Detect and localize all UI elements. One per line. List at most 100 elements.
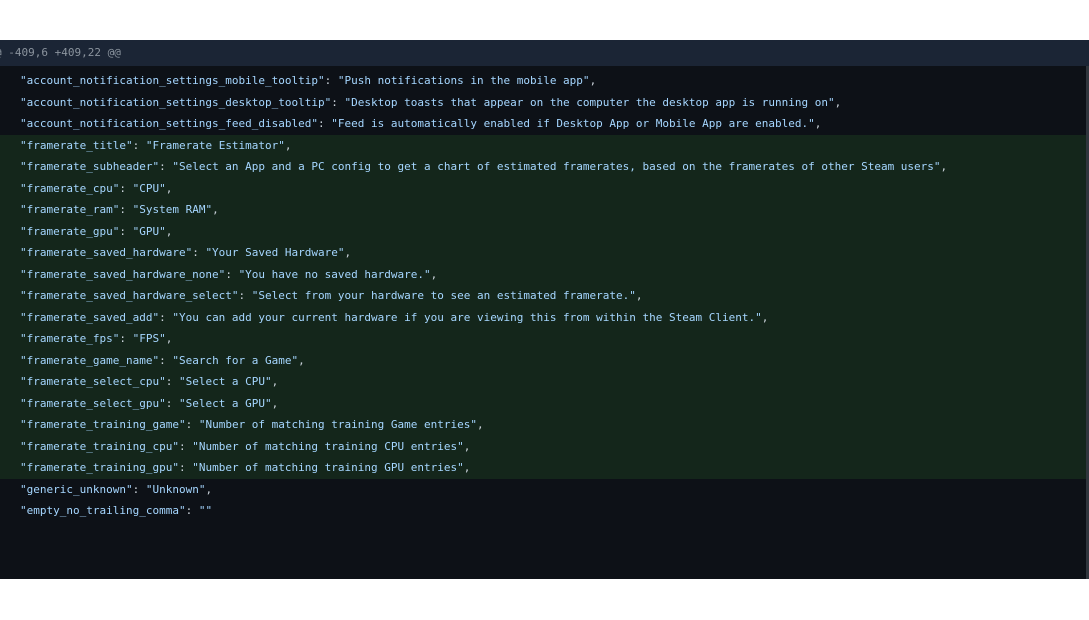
json-key: "framerate_title": [20, 138, 133, 152]
diff-line-added[interactable]: "framerate_saved_hardware": "Your Saved …: [0, 242, 1089, 264]
hunk-header[interactable]: @ -409,6 +409,22 @@: [0, 40, 1089, 66]
diff-line-added[interactable]: "framerate_ram": "System RAM",: [0, 199, 1089, 221]
key-value-separator: :: [192, 246, 206, 259]
json-key: "framerate_training_gpu": [20, 461, 179, 474]
key-value-separator: :: [331, 95, 345, 109]
trailing-comma: ,: [165, 181, 173, 195]
trailing-comma: ,: [761, 310, 769, 324]
json-value: "System RAM": [132, 203, 213, 216]
trailing-comma: ,: [271, 375, 279, 388]
json-value: "Feed is automatically enabled if Deskto…: [331, 117, 815, 130]
json-value: "Select an App and a PC config to get a …: [172, 160, 941, 173]
json-value: "Select from your hardware to see an est…: [251, 289, 636, 302]
trailing-comma: ,: [344, 246, 352, 259]
json-key: "framerate_fps": [20, 332, 120, 345]
trailing-comma: ,: [298, 353, 305, 367]
diff-line-added[interactable]: "framerate_saved_hardware_none": "You ha…: [0, 263, 1089, 285]
json-key: "framerate_saved_hardware": [20, 246, 193, 259]
key-value-separator: :: [324, 74, 338, 87]
json-key: "framerate_select_gpu": [20, 396, 166, 410]
key-value-separator: :: [178, 461, 193, 474]
key-value-separator: :: [225, 267, 239, 281]
key-value-separator: :: [119, 181, 133, 195]
diff-line-added[interactable]: "framerate_cpu": "CPU",: [0, 177, 1089, 199]
json-value: "Framerate Estimator": [145, 138, 285, 152]
json-value: "Select a GPU": [178, 396, 272, 410]
trailing-comma: ,: [814, 117, 822, 130]
key-value-separator: :: [178, 439, 193, 453]
diff-line-context[interactable]: "empty_no_trailing_comma": "": [0, 500, 1089, 522]
diff-line-added[interactable]: "framerate_training_game": "Number of ma…: [0, 414, 1089, 436]
key-value-separator: :: [318, 117, 332, 130]
key-value-separator: :: [159, 160, 173, 173]
json-key: "account_notification_settings_feed_disa…: [20, 117, 319, 130]
json-value: "Number of matching training Game entrie…: [198, 418, 477, 431]
json-key: "framerate_subheader": [20, 160, 160, 173]
diff-line-context[interactable]: "account_notification_settings_feed_disa…: [0, 113, 1089, 135]
trailing-comma: ,: [430, 267, 438, 281]
diff-line-added[interactable]: "framerate_training_cpu": "Number of mat…: [0, 435, 1089, 457]
json-key: "framerate_ram": [20, 203, 120, 216]
json-value: "Number of matching training GPU entries…: [192, 461, 464, 474]
diff-lines: "account_notification_settings_mobile_to…: [0, 70, 1089, 522]
trailing-comma: ,: [165, 332, 173, 345]
json-value: "Search for a Game": [172, 353, 299, 367]
json-value: "CPU": [132, 181, 166, 195]
trailing-comma: ,: [635, 289, 643, 302]
diff-line-added[interactable]: "framerate_select_gpu": "Select a GPU",: [0, 392, 1089, 414]
json-value: "Your Saved Hardware": [205, 246, 345, 259]
trailing-comma: ,: [476, 418, 484, 431]
json-value: "Desktop toasts that appear on the compu…: [344, 95, 835, 109]
json-value: "FPS": [132, 332, 166, 345]
json-key: "framerate_saved_hardware_none": [20, 267, 226, 281]
json-value: "": [198, 504, 213, 517]
key-value-separator: :: [238, 289, 252, 302]
trailing-comma: ,: [463, 461, 471, 474]
diff-line-added[interactable]: "framerate_subheader": "Select an App an…: [0, 156, 1089, 178]
json-value: "Push notifications in the mobile app": [337, 74, 590, 87]
diff-line-added[interactable]: "framerate_saved_hardware_select": "Sele…: [0, 285, 1089, 307]
diff-line-added[interactable]: "framerate_gpu": "GPU",: [0, 220, 1089, 242]
json-value: "You can add your current hardware if yo…: [172, 310, 762, 324]
json-key: "framerate_game_name": [20, 353, 160, 367]
json-key: "framerate_training_cpu": [20, 439, 179, 453]
trailing-comma: ,: [463, 439, 471, 453]
json-key: "generic_unknown": [20, 482, 133, 496]
diff-line-added[interactable]: "framerate_game_name": "Search for a Gam…: [0, 349, 1089, 371]
diff-line-added[interactable]: "framerate_select_cpu": "Select a CPU",: [0, 371, 1089, 393]
key-value-separator: :: [185, 504, 199, 517]
trailing-comma: ,: [940, 160, 948, 173]
json-value: "Unknown": [145, 482, 206, 496]
json-key: "framerate_gpu": [20, 224, 120, 238]
trailing-comma: ,: [212, 203, 219, 216]
diff-line-added[interactable]: "framerate_fps": "FPS",: [0, 328, 1089, 350]
diff-line-context[interactable]: "generic_unknown": "Unknown",: [0, 478, 1089, 500]
key-value-separator: :: [119, 203, 133, 216]
diff-line-added[interactable]: "framerate_training_gpu": "Number of mat…: [0, 457, 1089, 479]
json-value: "Select a CPU": [178, 375, 272, 388]
json-key: "framerate_saved_hardware_select": [20, 289, 239, 302]
trailing-comma: ,: [271, 396, 279, 410]
json-value: "GPU": [132, 224, 166, 238]
diff-line-context[interactable]: "account_notification_settings_mobile_to…: [0, 70, 1089, 92]
diff-line-added[interactable]: "framerate_title": "Framerate Estimator"…: [0, 134, 1089, 156]
key-value-separator: :: [119, 332, 133, 345]
key-value-separator: :: [159, 310, 173, 324]
key-value-separator: :: [185, 418, 199, 431]
key-value-separator: :: [165, 375, 179, 388]
diff-line-context[interactable]: "account_notification_settings_desktop_t…: [0, 91, 1089, 113]
json-key: "empty_no_trailing_comma": [20, 504, 186, 517]
key-value-separator: :: [132, 482, 146, 496]
trailing-comma: ,: [589, 74, 597, 87]
json-key: "framerate_training_game": [20, 418, 186, 431]
trailing-comma: ,: [834, 95, 842, 109]
trailing-comma: ,: [165, 224, 173, 238]
diff-line-added[interactable]: "framerate_saved_add": "You can add your…: [0, 306, 1089, 328]
diff-view: @ -409,6 +409,22 @@ "account_notificatio…: [0, 40, 1089, 579]
json-key: "framerate_saved_add": [20, 310, 160, 324]
json-key: "account_notification_settings_mobile_to…: [20, 74, 325, 87]
trailing-comma: ,: [284, 138, 292, 152]
trailing-comma: ,: [205, 482, 213, 496]
key-value-separator: :: [132, 138, 146, 152]
json-key: "framerate_cpu": [20, 181, 120, 195]
